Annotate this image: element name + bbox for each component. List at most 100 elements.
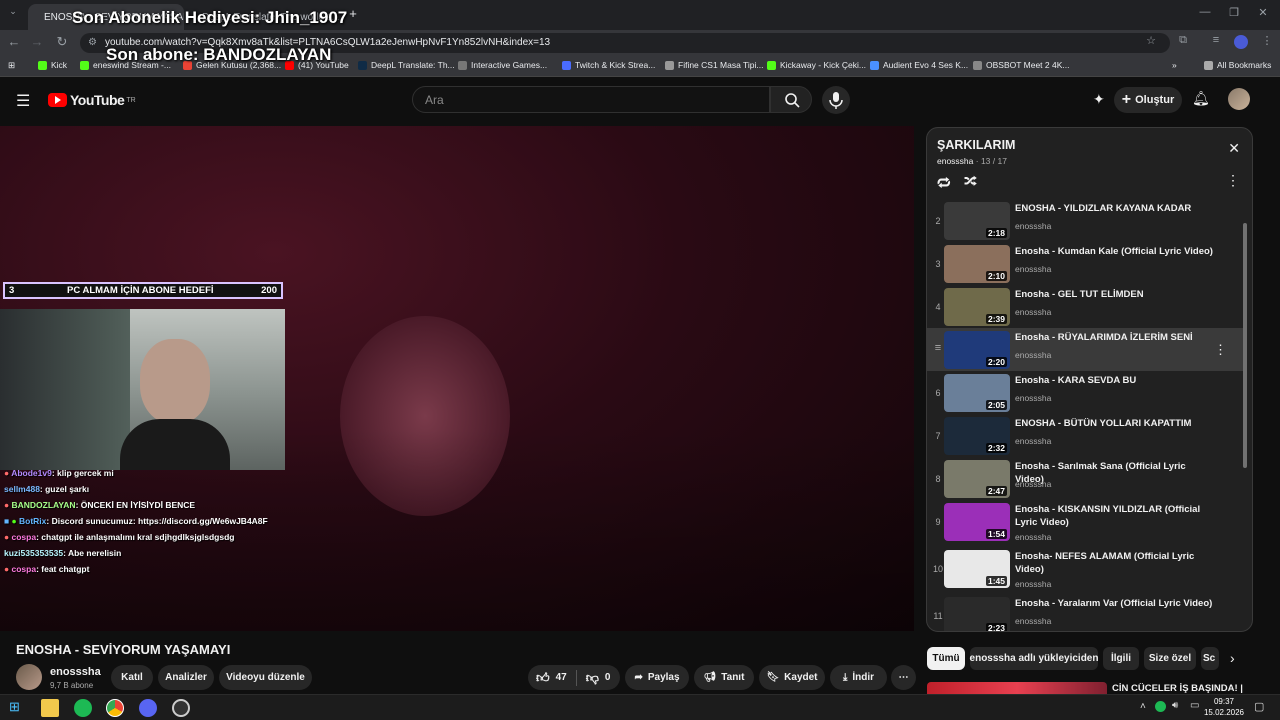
bookmark-star-icon[interactable]: ☆ xyxy=(1142,34,1160,47)
drag-handle-icon[interactable]: ≡ xyxy=(931,342,945,354)
close-window-icon[interactable]: ✕ xyxy=(1254,6,1272,19)
playlist-item[interactable]: 9 1:54 Enosha - KISKANSIN YILDIZLAR (Off… xyxy=(927,500,1245,547)
recommended-thumbnail[interactable] xyxy=(927,682,1107,694)
chips-next-icon[interactable]: › xyxy=(1230,650,1235,666)
playlist-position: 13 / 17 xyxy=(980,156,1007,166)
chip-for-you[interactable]: Size özel xyxy=(1144,647,1196,670)
notifications-bell-icon[interactable]: 🔔︎ xyxy=(1192,90,1210,107)
chat-message: ■ ● BotRix: Discord sunucumuz: https://d… xyxy=(4,516,268,526)
tab-search-icon[interactable]: ⌄ xyxy=(4,6,22,17)
chip-all[interactable]: Tümü xyxy=(927,647,965,670)
forward-icon[interactable]: → xyxy=(28,34,46,49)
dislike-button[interactable]: 👎︎ 0 xyxy=(586,670,611,686)
ai-sparkle-icon[interactable]: ✦ xyxy=(1093,91,1105,108)
account-avatar[interactable] xyxy=(1228,88,1250,110)
save-button[interactable]: 🔖︎ Kaydet xyxy=(759,665,825,690)
chrome-icon[interactable] xyxy=(106,699,124,717)
chip-uploader[interactable]: enosssha adlı yükleyiciden xyxy=(970,647,1098,670)
create-button[interactable]: + Oluştur xyxy=(1114,87,1182,113)
network-icon[interactable]: ▭ xyxy=(1190,700,1199,711)
more-bookmarks-icon[interactable]: » xyxy=(1172,60,1177,70)
hamburger-menu-icon[interactable]: ☰ xyxy=(16,91,30,111)
more-actions-button[interactable]: ⋯ xyxy=(891,665,916,690)
close-playlist-icon[interactable]: ✕ xyxy=(1228,140,1240,157)
item-more-icon[interactable]: ⋮ xyxy=(1214,342,1227,358)
edit-video-button[interactable]: Videoyu düzenle xyxy=(219,665,312,690)
bookmark-item[interactable]: Kickaway - Kick Çeki... xyxy=(767,60,866,70)
channel-avatar[interactable] xyxy=(16,664,42,690)
video-thumbnail: 2:20 xyxy=(944,331,1010,369)
volume-icon[interactable]: 🔊︎ xyxy=(1172,700,1178,711)
extensions-icon[interactable]: ⧉ xyxy=(1174,34,1192,47)
clock-date[interactable]: 15.02.2026 xyxy=(1200,708,1248,717)
bookmark-item[interactable]: Audient Evo 4 Ses K... xyxy=(870,60,968,70)
promote-button[interactable]: 📢︎ Tanıt xyxy=(694,665,754,690)
download-button[interactable]: ⤓ İndir xyxy=(830,665,887,690)
check-icon xyxy=(870,60,879,70)
playlist-item[interactable]: 10 1:45 Enosha- NEFES ALAMAM (Official L… xyxy=(927,547,1245,594)
loop-icon[interactable]: 🔁︎ xyxy=(937,172,951,193)
playlist-item[interactable]: 4 2:39 Enosha - GEL TUT ELİMDEN enosssha xyxy=(927,285,1245,328)
playlist-item-hovered[interactable]: ≡ 2:20 Enosha - RÜYALARIMDA İZLERİM SENİ… xyxy=(927,328,1243,371)
shuffle-icon[interactable]: 🔀︎ xyxy=(964,172,977,191)
tray-chevron-icon[interactable]: ˄ xyxy=(1140,701,1146,712)
playlist-item[interactable]: 8 2:47 Enosha - Sarılmak Sana (Official … xyxy=(927,457,1245,500)
playlist-item[interactable]: 2 2:18 ENOSHA - YILDIZLAR KAYANA KADAR e… xyxy=(927,199,1245,242)
bookmark-item[interactable]: DeepL Translate: Th... xyxy=(358,60,455,70)
chip-partial[interactable]: Sc xyxy=(1201,647,1219,670)
tray-spotify-icon[interactable] xyxy=(1155,701,1166,712)
join-button[interactable]: Katıl xyxy=(111,665,153,690)
spotify-icon[interactable] xyxy=(74,699,92,717)
more-horizontal-icon: ⋯ xyxy=(898,672,909,683)
analytics-button[interactable]: Analizler xyxy=(158,665,214,690)
megaphone-icon: 📢︎ xyxy=(703,672,717,683)
playlist-item[interactable]: 3 2:10 Enosha - Kumdan Kale (Official Ly… xyxy=(927,242,1245,285)
playlist-more-icon[interactable]: ⋮ xyxy=(1226,172,1240,189)
playlist-item[interactable]: 7 2:32 ENOSHA - BÜTÜN YOLLARI KAPATTIM e… xyxy=(927,414,1245,457)
discord-icon[interactable] xyxy=(139,699,157,717)
cp-icon xyxy=(562,60,571,70)
profile-avatar[interactable] xyxy=(1234,35,1248,49)
like-button[interactable]: 👍︎ 47 xyxy=(536,670,567,686)
clock-time[interactable]: 09:37 xyxy=(1206,697,1242,706)
channel-name[interactable]: enosssha xyxy=(50,666,101,678)
playlist-owner[interactable]: enosssha xyxy=(937,156,973,166)
video-thumbnail: 2:23 xyxy=(944,597,1010,631)
video-thumbnail: 2:39 xyxy=(944,288,1010,326)
windows-start-icon[interactable]: ⊞ xyxy=(9,699,27,717)
back-icon[interactable]: ← xyxy=(5,34,23,49)
thumbs-up-icon: 👍︎ xyxy=(536,669,550,685)
reload-icon[interactable]: ↻ xyxy=(53,34,71,50)
playlist-item[interactable]: 11 2:23 Enosha - Yaralarım Var (Official… xyxy=(927,594,1245,631)
bookmark-item[interactable]: Interactive Games... xyxy=(458,60,547,70)
recommended-title[interactable]: CİN CÜCELER İŞ BAŞINDA! | xyxy=(1112,683,1243,694)
obs-icon[interactable] xyxy=(172,699,190,717)
site-info-icon[interactable]: ⚙ xyxy=(88,33,97,53)
share-button[interactable]: ➦ Paylaş xyxy=(625,665,689,690)
playlist-panel: ŞARKILARIM enosssha · 13 / 17 ✕ 🔁︎ 🔀︎ ⋮ … xyxy=(926,127,1253,632)
chat-message: kuzi535353535: Abe nerelisin xyxy=(4,548,122,558)
apps-icon[interactable]: ⊞ xyxy=(8,60,15,71)
all-bookmarks[interactable]: All Bookmarks xyxy=(1204,60,1271,70)
minimize-icon[interactable]: — xyxy=(1196,6,1214,18)
bookmark-item[interactable]: Twitch & Kick Strea... xyxy=(562,60,655,70)
search-input[interactable]: Ara xyxy=(412,86,770,113)
goal-target: 200 xyxy=(261,285,277,296)
playlist-item[interactable]: 6 2:05 Enosha - KARA SEVDA BU enosssha xyxy=(927,371,1245,414)
bookmark-item[interactable]: Fifine CS1 Masa Tipi... xyxy=(665,60,764,70)
bookmark-item[interactable]: OBSBOT Meet 2 4K... xyxy=(973,60,1069,70)
media-icon[interactable]: ≡ xyxy=(1207,34,1225,46)
video-thumbnail: 1:45 xyxy=(944,550,1010,588)
browser-menu-icon[interactable]: ⋮ xyxy=(1258,34,1276,47)
file-explorer-icon[interactable] xyxy=(41,699,59,717)
thumbs-down-icon: 👎︎ xyxy=(585,669,599,685)
voice-search-button[interactable] xyxy=(822,86,850,114)
bookmark-item[interactable]: Kick xyxy=(38,60,67,70)
restore-icon[interactable]: ❐ xyxy=(1225,6,1243,19)
chip-related[interactable]: İlgili xyxy=(1103,647,1139,670)
video-thumbnail: 2:47 xyxy=(944,460,1010,498)
youtube-logo[interactable]: YouTube TR xyxy=(48,92,136,108)
bookmark-icon: 🔖︎ xyxy=(766,672,780,683)
search-button[interactable] xyxy=(770,86,812,113)
notification-center-icon[interactable]: ▢ xyxy=(1254,700,1264,713)
